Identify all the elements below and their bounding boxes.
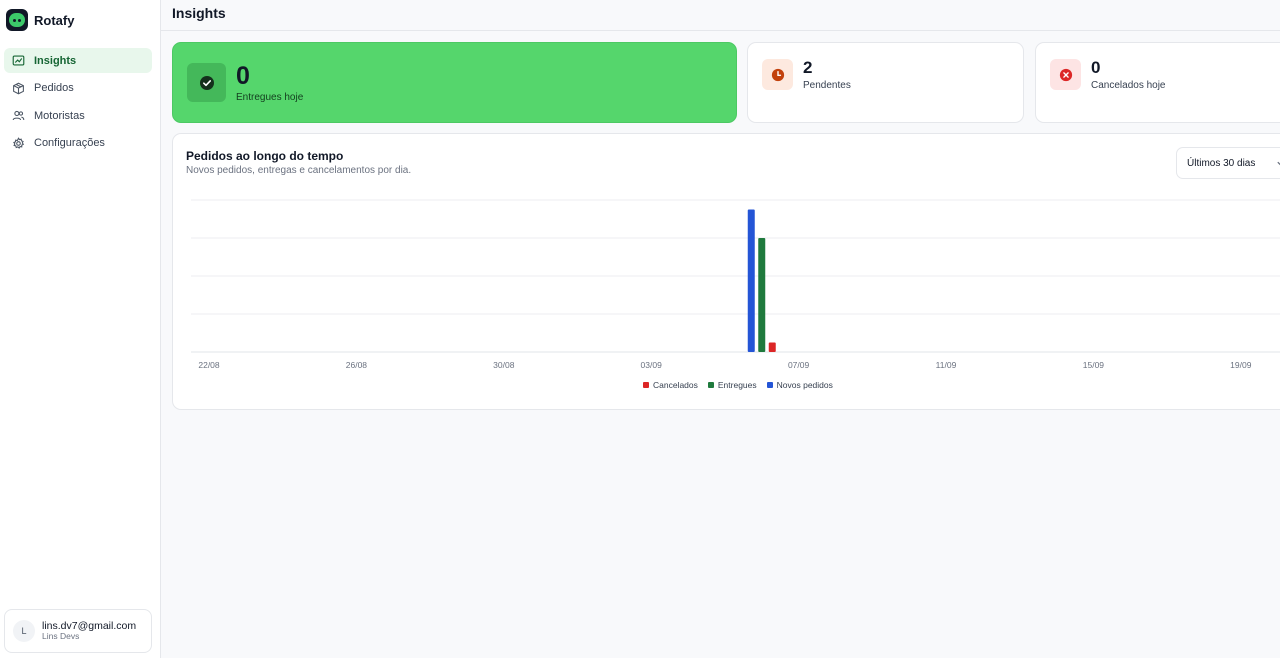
brand[interactable]: Rotafy bbox=[6, 8, 74, 32]
sidebar-item-label: Insights bbox=[34, 54, 77, 67]
user-menu[interactable]: L lins.dv7@gmail.com Lins Devs bbox=[4, 609, 152, 653]
sidebar-item-label: Motoristas bbox=[34, 109, 85, 122]
chevron-down-icon bbox=[1277, 161, 1280, 165]
chart-subtitle: Novos pedidos, entregas e cancelamentos … bbox=[186, 165, 412, 176]
stat-value: 2 bbox=[803, 58, 813, 77]
x-tick-label: 26/08 bbox=[346, 360, 368, 369]
page-title: Insights bbox=[172, 5, 226, 21]
topbar: Insights bbox=[161, 0, 1280, 31]
sidebar-nav: Insights Pedidos Motoristas Configuraçõe… bbox=[4, 48, 152, 158]
gear-icon bbox=[13, 136, 25, 149]
sidebar: Rotafy Insights Pedidos Motoristas Confi… bbox=[0, 0, 161, 658]
x-tick-label: 03/09 bbox=[641, 360, 663, 369]
stat-card-entregues: 0 Entregues hoje bbox=[172, 42, 737, 123]
legend-label: Entregues bbox=[717, 380, 757, 390]
stat-card-pendentes: 2 Pendentes bbox=[747, 42, 1024, 123]
stat-value: 0 bbox=[236, 62, 250, 90]
brand-name: Rotafy bbox=[34, 12, 75, 28]
x-tick-label: 22/08 bbox=[198, 360, 220, 369]
legend-label: Cancelados bbox=[653, 380, 698, 390]
stat-label: Pendentes bbox=[803, 80, 851, 91]
sidebar-item-insights[interactable]: Insights bbox=[4, 48, 152, 73]
users-icon bbox=[12, 110, 25, 121]
legend-item-cancelados[interactable]: Cancelados bbox=[643, 380, 698, 390]
stat-value: 0 bbox=[1091, 58, 1101, 77]
stat-card-cancelados: 0 Cancelados hoje bbox=[1035, 42, 1280, 123]
legend-label: Novos pedidos bbox=[776, 380, 833, 390]
rotafy-logo-icon bbox=[6, 9, 28, 31]
sidebar-item-label: Configurações bbox=[34, 137, 105, 149]
x-tick-label: 30/08 bbox=[493, 360, 515, 369]
check-circle-icon bbox=[187, 63, 226, 102]
legend-item-novos-pedidos[interactable]: Novos pedidos bbox=[766, 380, 833, 390]
legend-swatch bbox=[707, 382, 714, 388]
x-tick-label: 15/09 bbox=[1083, 360, 1105, 369]
package-icon bbox=[13, 82, 24, 94]
chart-icon bbox=[12, 55, 25, 66]
avatar: L bbox=[13, 620, 35, 642]
stat-label: Entregues hoje bbox=[236, 92, 304, 103]
x-tick-label: 07/09 bbox=[788, 360, 810, 369]
x-circle-icon bbox=[1050, 59, 1081, 90]
chart-legend: Cancelados Entregues Novos pedidos bbox=[643, 380, 843, 390]
bar-cancelados-06-09[interactable] bbox=[768, 342, 776, 353]
stat-label: Cancelados hoje bbox=[1091, 80, 1166, 91]
range-select[interactable]: Últimos 30 dias bbox=[1176, 147, 1280, 179]
user-org: Lins Devs bbox=[42, 631, 80, 642]
clock-icon bbox=[762, 59, 793, 90]
legend-swatch bbox=[643, 382, 649, 388]
orders-chart-card: Pedidos ao longo do tempo Novos pedidos,… bbox=[172, 133, 1280, 410]
legend-swatch bbox=[766, 382, 773, 388]
bar-entregues-06-09[interactable] bbox=[758, 238, 766, 352]
sidebar-item-configuracoes[interactable]: Configurações bbox=[4, 131, 152, 156]
chart-title: Pedidos ao longo do tempo bbox=[186, 149, 344, 163]
sidebar-item-label: Pedidos bbox=[34, 82, 74, 94]
x-tick-label: 11/09 bbox=[936, 360, 957, 369]
bar-novos-pedidos-06-09[interactable] bbox=[747, 209, 755, 353]
range-select-value: Últimos 30 dias bbox=[1187, 157, 1256, 169]
x-tick-label: 19/09 bbox=[1230, 360, 1252, 369]
sidebar-item-pedidos[interactable]: Pedidos bbox=[4, 76, 152, 101]
orders-bar-chart: 22/08 26/08 30/08 03/09 07/09 11/09 15/09 19/09 bbox=[191, 199, 1280, 369]
legend-item-entregues[interactable]: Entregues bbox=[707, 380, 757, 390]
sidebar-item-motoristas[interactable]: Motoristas bbox=[4, 103, 152, 128]
